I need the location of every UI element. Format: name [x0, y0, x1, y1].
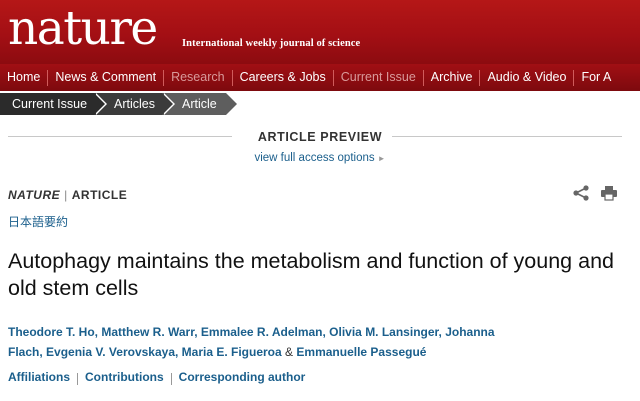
breadcrumb-current-issue[interactable]: Current Issue: [0, 93, 107, 115]
arrow-right-icon: ►: [377, 154, 386, 163]
authors-line-2: Flach, Evgenia V. Verovskaya, Maria E. F…: [8, 342, 608, 362]
article-tools: [572, 185, 618, 201]
breadcrumb-label: Current Issue: [12, 97, 88, 111]
breadcrumb-label: Articles: [114, 97, 155, 111]
authors-ampersand: &: [285, 345, 294, 359]
breadcrumb-label: Article: [182, 97, 217, 111]
nature-logo[interactable]: nature: [8, 1, 158, 57]
share-icon[interactable]: [572, 185, 590, 201]
masthead: nature International weekly journal of s…: [0, 0, 640, 64]
breadcrumb-arrow: [162, 93, 173, 115]
corresponding-author-link[interactable]: Corresponding author: [179, 370, 306, 385]
nav-item-news-comment[interactable]: News & Comment: [48, 64, 163, 91]
journal-name: NATURE: [8, 188, 61, 202]
article-preview-heading: ARTICLE PREVIEW: [257, 130, 383, 144]
link-divider: [170, 373, 172, 385]
tagline: International weekly journal of science: [182, 38, 361, 49]
author-last[interactable]: Emmanuelle Passegué: [296, 345, 426, 359]
article-meta: NATURE | ARTICLE: [8, 188, 127, 202]
breadcrumb: Current Issue Articles Article: [0, 93, 239, 115]
meta-separator: |: [64, 188, 68, 202]
nav-item-for-authors[interactable]: For A: [574, 64, 618, 91]
article-type: ARTICLE: [71, 188, 128, 202]
nav-item-archive[interactable]: Archive: [424, 64, 480, 91]
nav-item-audio-video[interactable]: Audio & Video: [480, 64, 573, 91]
article-info-links: Affiliations Contributions Corresponding…: [8, 370, 305, 385]
print-icon[interactable]: [600, 185, 618, 201]
affiliations-link[interactable]: Affiliations: [8, 370, 70, 385]
author-list: Theodore T. Ho, Matthew R. Warr, Emmalee…: [8, 322, 608, 362]
nav-item-research[interactable]: Research: [164, 64, 232, 91]
authors-line-1[interactable]: Theodore T. Ho, Matthew R. Warr, Emmalee…: [8, 322, 608, 342]
main-nav: Home News & Comment Research Careers & J…: [0, 64, 640, 91]
breadcrumb-arrow: [94, 93, 105, 115]
japanese-summary-link[interactable]: 日本語要約: [8, 213, 68, 230]
nav-item-careers-jobs[interactable]: Careers & Jobs: [233, 64, 333, 91]
article-title: Autophagy maintains the metabolism and f…: [8, 249, 614, 300]
nav-item-home[interactable]: Home: [0, 64, 47, 91]
contributions-link[interactable]: Contributions: [85, 370, 164, 385]
view-full-access-link[interactable]: view full access options ►: [0, 152, 640, 164]
authors-names[interactable]: Flach, Evgenia V. Verovskaya, Maria E. F…: [8, 345, 282, 359]
breadcrumb-arrow: [226, 93, 237, 115]
view-full-access-label: view full access options: [254, 152, 375, 164]
link-divider: [77, 373, 78, 385]
nav-item-current-issue[interactable]: Current Issue: [334, 64, 423, 91]
